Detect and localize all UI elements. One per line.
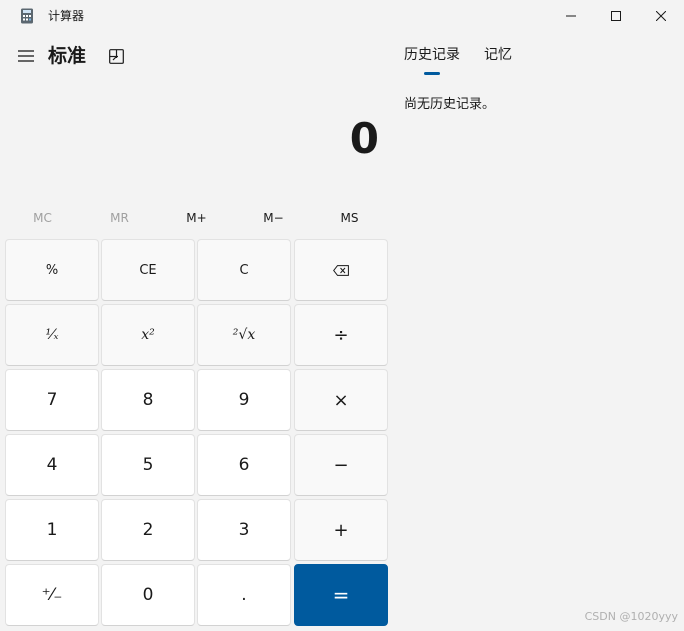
digit-6-button[interactable]: 6 (197, 434, 291, 496)
digit-3-button[interactable]: 3 (197, 499, 291, 561)
maximize-icon (611, 11, 621, 21)
clear-button[interactable]: C (197, 239, 291, 301)
digit-8-button[interactable]: 8 (101, 369, 195, 431)
history-empty-message: 尚无历史记录。 (404, 97, 496, 112)
window-title: 计算器 (48, 9, 85, 23)
keep-on-top-button[interactable] (102, 42, 130, 70)
digit-7-button[interactable]: 7 (5, 369, 99, 431)
memory-add-button[interactable]: M+ (158, 204, 235, 232)
digit-5-button[interactable]: 5 (101, 434, 195, 496)
clear-entry-button[interactable]: CE (101, 239, 195, 301)
title-bar: 计算器 (0, 0, 684, 32)
memory-recall-button[interactable]: MR (81, 204, 158, 232)
minimize-icon (566, 15, 576, 17)
minimize-button[interactable] (548, 0, 594, 32)
calculator-app-icon (20, 8, 34, 24)
digit-1-button[interactable]: 1 (5, 499, 99, 561)
divide-button[interactable]: ÷ (294, 304, 388, 366)
mode-title: 标准 (48, 45, 87, 67)
reciprocal-label: ¹⁄ₓ (45, 327, 59, 343)
backspace-icon (333, 264, 349, 276)
negate-button[interactable]: ⁺⁄₋ (5, 564, 99, 626)
decimal-button[interactable]: . (197, 564, 291, 626)
maximize-button[interactable] (593, 0, 639, 32)
square-label: x² (141, 327, 155, 343)
tab-history[interactable]: 历史记录 (404, 46, 460, 64)
multiply-button[interactable]: × (294, 369, 388, 431)
square-button[interactable]: x² (101, 304, 195, 366)
active-tab-indicator (424, 72, 440, 75)
keep-on-top-icon (108, 48, 124, 64)
backspace-button[interactable] (294, 239, 388, 301)
result-display: 0 (349, 114, 379, 163)
digit-9-button[interactable]: 9 (197, 369, 291, 431)
memory-store-button[interactable]: MS (311, 204, 388, 232)
subtract-button[interactable]: − (294, 434, 388, 496)
equals-button[interactable]: = (294, 564, 388, 626)
add-button[interactable]: + (294, 499, 388, 561)
percent-button[interactable]: % (5, 239, 99, 301)
close-icon (656, 11, 666, 21)
close-button[interactable] (638, 0, 684, 32)
memory-clear-button[interactable]: MC (4, 204, 81, 232)
digit-2-button[interactable]: 2 (101, 499, 195, 561)
navigation-menu-button[interactable] (12, 42, 40, 70)
digit-4-button[interactable]: 4 (5, 434, 99, 496)
watermark: CSDN @1020yyy (584, 610, 678, 623)
square-root-button[interactable]: ²√x (197, 304, 291, 366)
reciprocal-button[interactable]: ¹⁄ₓ (5, 304, 99, 366)
digit-0-button[interactable]: 0 (101, 564, 195, 626)
tab-memory[interactable]: 记忆 (484, 46, 512, 64)
hamburger-icon (18, 50, 34, 62)
square-root-label: ²√x (232, 327, 256, 343)
memory-subtract-button[interactable]: M− (235, 204, 312, 232)
